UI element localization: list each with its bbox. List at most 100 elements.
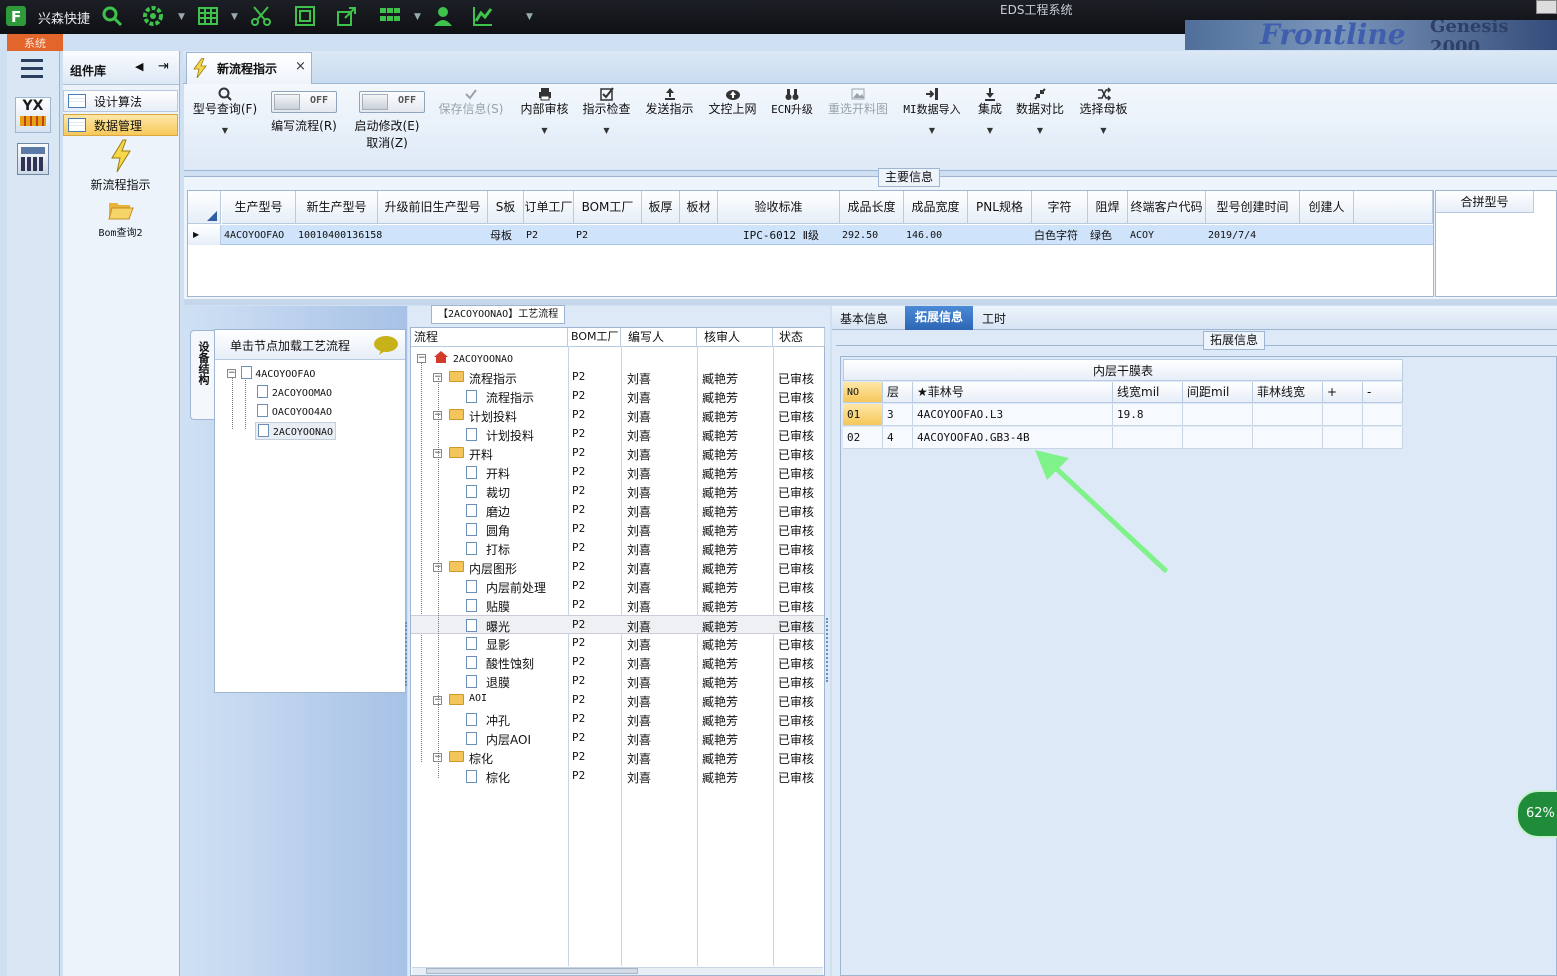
col-header[interactable]: - <box>1363 382 1403 403</box>
process-row[interactable]: 磨边 P2 刘喜 臧艳芳 已审核 <box>411 501 824 520</box>
tree-node[interactable]: OACOYOO4AO <box>257 404 332 418</box>
table-cell[interactable]: 01 <box>843 404 883 426</box>
tab-extended-info[interactable]: 拓展信息 <box>905 306 973 330</box>
bom-query-launcher[interactable]: Bom查询2 <box>63 199 178 244</box>
progress-badge[interactable]: 62% <box>1516 790 1557 838</box>
process-row[interactable]: − 棕化 P2 刘喜 臧艳芳 已审核 <box>411 748 824 767</box>
table-cell[interactable] <box>1183 404 1253 426</box>
col-header[interactable]: 创建人 <box>1300 191 1354 224</box>
doc-control-online-button[interactable]: 文控上网 <box>705 84 760 117</box>
splitter[interactable] <box>184 299 1557 305</box>
scissors-icon[interactable] <box>248 3 274 29</box>
col-header[interactable]: 阻焊 <box>1088 191 1128 224</box>
table-cell[interactable] <box>1363 404 1403 426</box>
col-header[interactable]: NO <box>843 382 883 403</box>
process-row[interactable]: 贴膜 P2 刘喜 臧艳芳 已审核 <box>411 596 824 615</box>
collapse-left-icon[interactable]: ◀ <box>135 60 143 73</box>
system-tab[interactable]: 系统 <box>7 34 63 51</box>
close-icon[interactable]: × <box>295 59 306 74</box>
table-icon[interactable] <box>195 3 221 29</box>
table-cell[interactable] <box>1323 427 1363 449</box>
col-header[interactable]: 层 <box>883 382 913 403</box>
start-modify-toggle[interactable]: OFF <box>359 91 425 113</box>
calculator-icon[interactable] <box>17 143 49 175</box>
process-row[interactable]: − AOI P2 刘喜 臧艳芳 已审核 <box>411 691 824 710</box>
send-instruction-button[interactable]: 发送指示 <box>642 84 697 117</box>
table-cell[interactable] <box>1183 427 1253 449</box>
table-cell[interactable]: 4 <box>883 427 913 449</box>
tree-node[interactable]: 2ACOYOOMAO <box>257 385 332 399</box>
ecn-upgrade-button[interactable]: ECN升级 <box>767 84 817 117</box>
gear-icon[interactable] <box>140 3 166 29</box>
col-header[interactable]: 型号创建时间 <box>1206 191 1300 224</box>
collapse-node-icon[interactable]: − <box>417 354 426 363</box>
document-tab-new-process[interactable]: 新流程指示 × <box>186 52 312 84</box>
dropdown-arrow-icon[interactable]: ▼ <box>1014 123 1066 138</box>
data-compare-button[interactable]: 数据对比 ▼ <box>1014 84 1066 138</box>
process-root-node[interactable]: 2ACOYOONAO <box>433 350 513 365</box>
col-header[interactable]: 升级前旧生产型号 <box>378 191 488 224</box>
model-query-button[interactable]: 型号查询(F) ▼ <box>190 84 260 138</box>
user-icon[interactable] <box>430 3 456 29</box>
col-header[interactable]: 终端客户代码 <box>1128 191 1206 224</box>
col-header[interactable]: 间距mil <box>1183 382 1253 403</box>
pin-icon[interactable]: ⇥ <box>158 59 169 74</box>
process-row[interactable]: − 开料 P2 刘喜 臧艳芳 已审核 <box>411 444 824 463</box>
window-minimize-button[interactable] <box>1536 0 1557 14</box>
col-header[interactable]: 验收标准 <box>718 191 840 224</box>
process-row[interactable]: 内层前处理 P2 刘喜 臧艳芳 已审核 <box>411 577 824 596</box>
col-header[interactable]: 成品长度 <box>840 191 904 224</box>
export-icon[interactable] <box>334 3 360 29</box>
col-header[interactable]: 成品宽度 <box>904 191 968 224</box>
col-header[interactable]: S板 <box>488 191 524 224</box>
factory-logo-icon[interactable]: YX <box>15 97 51 133</box>
tree-node-root[interactable]: 4ACOYOOFAO <box>241 366 315 380</box>
dropdown-arrow-icon[interactable]: ▼ <box>579 123 634 138</box>
process-row[interactable]: 冲孔 P2 刘喜 臧艳芳 已审核 <box>411 710 824 729</box>
process-row[interactable]: 计划投料 P2 刘喜 臧艳芳 已审核 <box>411 425 824 444</box>
col-header[interactable]: 线宽mil <box>1113 382 1183 403</box>
col-header[interactable]: BOM工厂 <box>574 191 642 224</box>
dropdown-arrow-icon[interactable]: ▼ <box>231 12 238 22</box>
col-header[interactable]: 板厚 <box>642 191 680 224</box>
col-header[interactable]: PNL规格 <box>968 191 1032 224</box>
internal-review-button[interactable]: 内部审核 ▼ <box>517 84 572 138</box>
select-mother-board-button[interactable]: 选择母板 ▼ <box>1076 84 1131 138</box>
instruction-check-button[interactable]: 指示检查 ▼ <box>579 84 634 138</box>
table-cell[interactable]: 19.8 <box>1113 404 1183 426</box>
device-structure-tab[interactable]: 设备结构 <box>190 330 214 420</box>
process-row[interactable]: 显影 P2 刘喜 臧艳芳 已审核 <box>411 634 824 653</box>
grid-icon[interactable] <box>377 3 403 29</box>
process-row[interactable]: 酸性蚀刻 P2 刘喜 臧艳芳 已审核 <box>411 653 824 672</box>
table-cell[interactable] <box>1323 404 1363 426</box>
dropdown-arrow-icon[interactable]: ▼ <box>517 123 572 138</box>
component-item-design-algorithm[interactable]: 设计算法 <box>63 90 178 112</box>
write-process-toggle[interactable]: OFF <box>271 91 337 113</box>
table-cell[interactable] <box>1253 404 1323 426</box>
process-row[interactable]: 退膜 P2 刘喜 臧艳芳 已审核 <box>411 672 824 691</box>
integrate-button[interactable]: 集成 ▼ <box>973 84 1007 138</box>
col-header[interactable]: 字符 <box>1032 191 1088 224</box>
process-row[interactable]: 开料 P2 刘喜 臧艳芳 已审核 <box>411 463 824 482</box>
table-cell[interactable] <box>1363 427 1403 449</box>
table-cell[interactable] <box>1253 427 1323 449</box>
col-header[interactable]: + <box>1323 382 1363 403</box>
horizontal-scrollbar[interactable] <box>412 967 823 975</box>
cancel-label[interactable]: 取消(Z) <box>350 136 424 151</box>
chart-icon[interactable] <box>470 3 496 29</box>
tab-work-hours[interactable]: 工时 <box>982 310 1006 327</box>
dropdown-arrow-icon[interactable]: ▼ <box>1076 123 1131 138</box>
collapse-node-icon[interactable]: − <box>227 369 236 378</box>
process-row[interactable]: 打标 P2 刘喜 臧艳芳 已审核 <box>411 539 824 558</box>
dropdown-arrow-icon[interactable]: ▼ <box>898 123 966 138</box>
speech-bubble-icon[interactable] <box>373 334 399 356</box>
dropdown-arrow-icon[interactable]: ▼ <box>190 123 260 138</box>
table-cell[interactable]: 4ACOYOOFAO.L3 <box>913 404 1113 426</box>
new-process-launcher[interactable]: 新流程指示 <box>63 139 178 194</box>
process-row[interactable]: − 计划投料 P2 刘喜 臧艳芳 已审核 <box>411 406 824 425</box>
col-header[interactable]: 新生产型号 <box>296 191 378 224</box>
process-row[interactable]: 棕化 P2 刘喜 臧艳芳 已审核 <box>411 767 824 786</box>
dropdown-arrow-icon[interactable]: ▼ <box>178 12 185 22</box>
mi-data-import-button[interactable]: MI数据导入 ▼ <box>898 84 966 138</box>
dropdown-arrow-icon[interactable]: ▼ <box>973 123 1007 138</box>
